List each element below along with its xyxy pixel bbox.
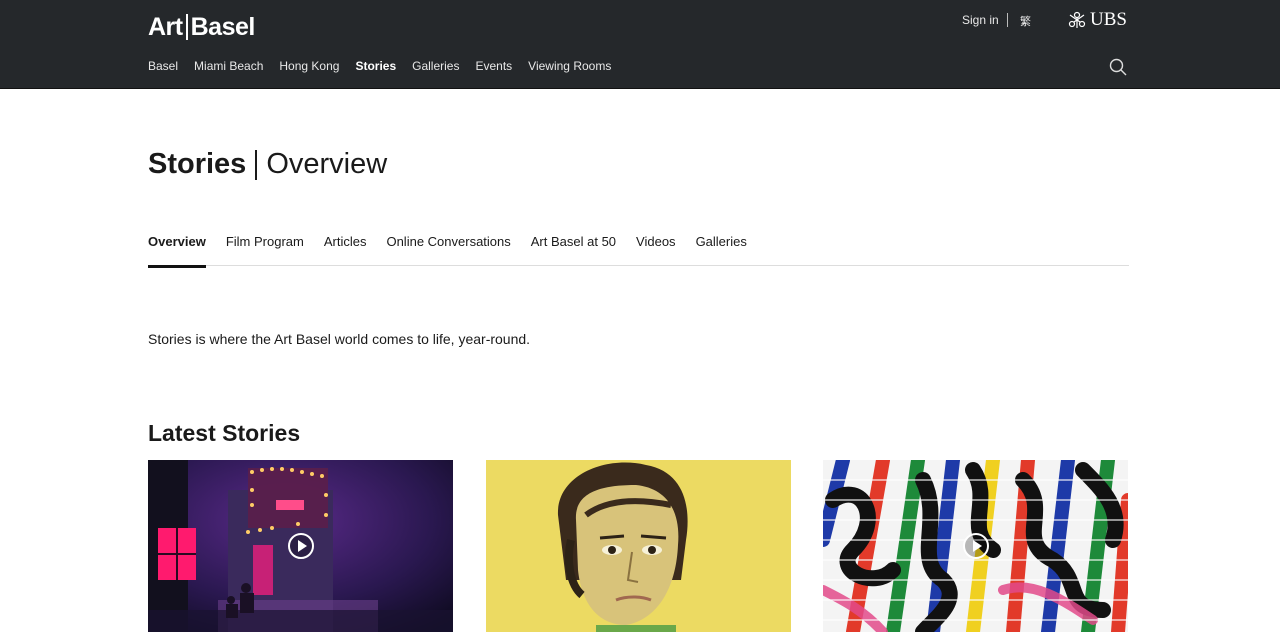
story-thumbnail-portrait-painting xyxy=(486,460,791,632)
tab-online-conversations[interactable]: Online Conversations xyxy=(386,233,510,266)
main-nav: Basel Miami Beach Hong Kong Stories Gall… xyxy=(148,59,627,73)
nav-basel[interactable]: Basel xyxy=(148,59,178,73)
nav-viewing-rooms[interactable]: Viewing Rooms xyxy=(528,59,611,73)
tab-art-basel-at-50[interactable]: Art Basel at 50 xyxy=(531,233,616,266)
latest-stories-heading: Latest Stories xyxy=(148,420,301,446)
story-card-1[interactable] xyxy=(148,460,453,632)
nav-stories[interactable]: Stories xyxy=(355,59,396,73)
site-header: Art Basel Basel Miami Beach Hong Kong Sto… xyxy=(0,0,1280,89)
intro-text: Stories is where the Art Basel world com… xyxy=(148,331,531,347)
logo-divider xyxy=(185,14,188,40)
header-divider xyxy=(1007,13,1008,27)
nav-miami-beach[interactable]: Miami Beach xyxy=(194,59,263,73)
page-title-sub: Overview xyxy=(266,148,388,180)
page-title-main: Stories xyxy=(148,148,247,180)
tab-film-program[interactable]: Film Program xyxy=(226,233,304,266)
play-icon[interactable] xyxy=(962,532,990,560)
search-icon[interactable] xyxy=(1109,58,1127,76)
language-switch[interactable]: 繁 xyxy=(1020,13,1031,29)
story-card-3[interactable] xyxy=(823,460,1128,632)
title-divider xyxy=(255,149,258,180)
nav-events[interactable]: Events xyxy=(475,59,512,73)
tab-galleries[interactable]: Galleries xyxy=(696,233,747,266)
story-card-2[interactable] xyxy=(486,460,791,632)
tab-overview[interactable]: Overview xyxy=(148,233,206,268)
nav-galleries[interactable]: Galleries xyxy=(412,59,459,73)
page-title: Stories Overview xyxy=(148,148,387,181)
logo-text-basel: Basel xyxy=(190,12,256,41)
play-icon[interactable] xyxy=(287,532,315,560)
ubs-keys-icon xyxy=(1068,11,1086,28)
sign-in-link[interactable]: Sign in xyxy=(962,13,999,27)
tab-videos[interactable]: Videos xyxy=(636,233,676,266)
ubs-sponsor-logo[interactable]: UBS xyxy=(1068,9,1127,31)
art-basel-logo[interactable]: Art Basel xyxy=(148,12,255,42)
nav-hong-kong[interactable]: Hong Kong xyxy=(279,59,339,73)
ubs-text: UBS xyxy=(1090,9,1127,30)
logo-text-art: Art xyxy=(148,12,183,41)
stories-tabs: Overview Film Program Articles Online Co… xyxy=(148,233,1129,268)
tab-articles[interactable]: Articles xyxy=(324,233,367,266)
